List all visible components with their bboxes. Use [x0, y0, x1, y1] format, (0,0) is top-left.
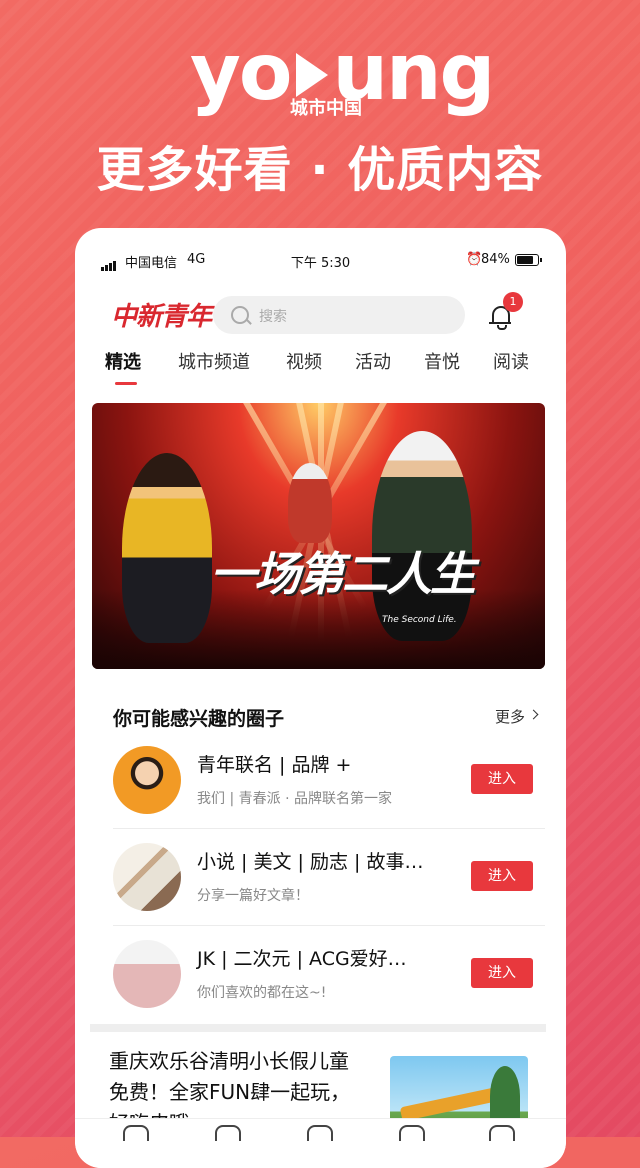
tab-reading[interactable]: 阅读: [493, 348, 529, 374]
phone-screen: 中国电信 4G 下午 5:30 ⏰ 84% 中新青年 搜索 1 精选 城市频道 …: [75, 228, 566, 1168]
avatar: [113, 843, 181, 911]
home-icon[interactable]: [123, 1125, 149, 1141]
status-bar: 中国电信 4G 下午 5:30 ⏰ 84%: [75, 246, 566, 276]
chevron-right-icon: [528, 709, 539, 720]
circle-name: JK | 二次元 | ACG爱好…: [197, 948, 407, 970]
promo-headline: 更多好看 · 优质内容: [96, 142, 544, 198]
tab-music[interactable]: 音悦: [424, 348, 460, 374]
divider: [113, 925, 545, 926]
avatar: [113, 940, 181, 1008]
notification-badge: 1: [503, 292, 523, 312]
tab-featured[interactable]: 精选: [105, 348, 141, 374]
search-icon: [231, 306, 249, 324]
search-input[interactable]: 搜索: [213, 296, 465, 334]
more-link[interactable]: 更多: [495, 706, 525, 727]
section-divider: [90, 1024, 546, 1032]
profile-icon[interactable]: [489, 1125, 515, 1141]
circle-description: 我们 | 青春派 · 品牌联名第一家: [197, 791, 392, 807]
featured-banner[interactable]: 一场第二人生 The Second Life.: [92, 403, 545, 669]
tab-events[interactable]: 活动: [355, 348, 391, 374]
alarm-icon: ⏰: [466, 252, 483, 267]
bottom-navigation: [75, 1118, 566, 1168]
list-item[interactable]: JK | 二次元 | ACG爱好… 你们喜欢的都在这~! 进入: [75, 940, 566, 1036]
enter-button[interactable]: 进入: [471, 861, 533, 891]
play-icon: [296, 52, 329, 97]
circle-name: 青年联名 | 品牌 +: [197, 754, 352, 776]
divider: [113, 828, 545, 829]
enter-button[interactable]: 进入: [471, 764, 533, 794]
tab-city-channel[interactable]: 城市频道: [178, 348, 250, 374]
brand-subtitle: 城市中国: [290, 98, 362, 119]
banner-title: 一场第二人生: [210, 547, 476, 601]
brand-logo: yo ung 城市中国: [0, 28, 640, 128]
circle-name: 小说 | 美文 | 励志 | 故事…: [197, 851, 424, 873]
enter-button[interactable]: 进入: [471, 958, 533, 988]
circle-description: 分享一篇好文章！: [197, 888, 309, 904]
circle-description: 你们喜欢的都在这~!: [197, 985, 327, 1001]
app-logo[interactable]: 中新青年: [111, 296, 212, 333]
discover-icon[interactable]: [215, 1125, 241, 1141]
battery-percent: 84%: [481, 252, 510, 267]
category-tabs: 精选 城市频道 视频 活动 音悦 阅读: [75, 348, 566, 388]
star-icon[interactable]: [399, 1125, 425, 1141]
performer-center: [288, 463, 332, 543]
battery-icon: [515, 254, 542, 266]
banner-subtitle: The Second Life.: [382, 615, 457, 625]
tab-video[interactable]: 视频: [286, 348, 322, 374]
circles-section-title: 你可能感兴趣的圈子: [113, 708, 285, 730]
search-placeholder: 搜索: [259, 309, 287, 325]
tv-icon[interactable]: [307, 1125, 333, 1141]
performer-right: [372, 431, 472, 641]
avatar: [113, 746, 181, 814]
active-tab-indicator: [115, 382, 137, 385]
performer-left: [122, 453, 212, 643]
